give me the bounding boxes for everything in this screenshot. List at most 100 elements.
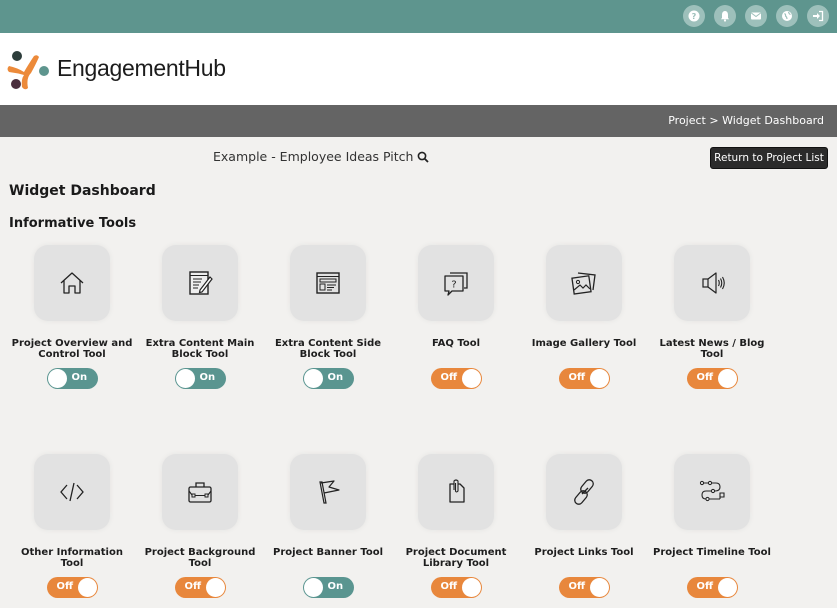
faq-chat-icon: ?: [444, 272, 468, 296]
code-icon: [60, 482, 84, 502]
tool-toggle[interactable]: Off: [558, 368, 610, 389]
toggle-knob[interactable]: [77, 578, 97, 597]
toggle-knob[interactable]: [175, 369, 195, 388]
tool-tile[interactable]: [546, 245, 622, 321]
home-icon: [60, 272, 84, 294]
toggle-state: Off: [440, 372, 458, 383]
tool-label: Project Overview and Control Tool: [11, 338, 133, 360]
top-bar-icons: ?: [683, 5, 829, 27]
tool-label: Extra Content Side Block Tool: [274, 338, 382, 360]
toggle-state: On: [71, 372, 88, 383]
toggle-state: On: [199, 372, 216, 383]
bell-icon: [720, 11, 730, 22]
tool-card-latest-news-blog-tool: Latest News / Blog Tool Off: [648, 245, 776, 389]
document-clip-icon: [449, 479, 465, 503]
tool-card-project-overview-and-control-tool: Project Overview and Control Tool On: [8, 245, 136, 389]
tool-tile[interactable]: [546, 454, 622, 530]
tool-card-extra-content-main-block-tool: Extra Content Main Block Tool On: [136, 245, 264, 389]
toggle-state: Off: [568, 372, 586, 383]
help-icon: ?: [688, 10, 700, 22]
toggle-state: Off: [696, 372, 714, 383]
globe-icon: [782, 11, 792, 21]
tool-toggle[interactable]: On: [302, 577, 354, 598]
image-gallery-icon: [571, 272, 596, 295]
tool-label: Project Document Library Tool: [405, 547, 507, 569]
svg-text:?: ?: [451, 280, 456, 291]
toggle-knob[interactable]: [461, 578, 481, 597]
return-to-project-list-button[interactable]: Return to Project List: [710, 147, 828, 169]
toggle-knob[interactable]: [303, 578, 323, 597]
speaker-icon: [702, 272, 725, 294]
toggle-state: Off: [440, 581, 458, 592]
tool-toggle[interactable]: On: [302, 368, 354, 389]
tool-card-other-information-tool: Other Information Tool Off: [8, 454, 136, 598]
svg-text:?: ?: [692, 12, 697, 21]
tool-tile[interactable]: [674, 454, 750, 530]
tool-card-project-timeline-tool: Project Timeline Tool Off: [648, 454, 776, 598]
toggle-state: On: [327, 581, 344, 592]
tool-label: Project Banner Tool: [273, 547, 383, 558]
tool-card-image-gallery-tool: Image Gallery Tool Off: [520, 245, 648, 389]
tool-toggle[interactable]: Off: [686, 368, 738, 389]
edit-document-icon: [189, 271, 213, 295]
search-icon[interactable]: [417, 151, 430, 163]
toggle-knob[interactable]: [717, 369, 737, 388]
tool-tile[interactable]: [418, 454, 494, 530]
tool-toggle[interactable]: Off: [558, 577, 610, 598]
tool-label: Project Links Tool: [534, 547, 634, 558]
toggle-state: On: [327, 372, 344, 383]
tool-toggle[interactable]: Off: [174, 577, 226, 598]
project-title[interactable]: Example - Employee Ideas Pitch: [213, 149, 430, 164]
tool-toggle[interactable]: Off: [46, 577, 98, 598]
tool-tile[interactable]: [34, 245, 110, 321]
tool-tile[interactable]: [674, 245, 750, 321]
brand-header: EngagementHub: [0, 33, 837, 105]
section-title: Informative Tools: [9, 216, 137, 231]
tool-label: Project Timeline Tool: [653, 547, 771, 558]
messages-button[interactable]: [745, 5, 767, 27]
engagementhub-logo-icon[interactable]: [4, 46, 52, 94]
notifications-button[interactable]: [714, 5, 736, 27]
tool-label: Project Background Tool: [144, 547, 256, 569]
toggle-knob[interactable]: [589, 578, 609, 597]
language-button[interactable]: [776, 5, 798, 27]
toggle-state: Off: [696, 581, 714, 592]
toggle-knob[interactable]: [589, 369, 609, 388]
tool-toggle[interactable]: Off: [430, 368, 482, 389]
flag-icon: [319, 480, 340, 504]
tool-toggle[interactable]: Off: [686, 577, 738, 598]
tool-label: FAQ Tool: [431, 338, 481, 349]
link-icon: [574, 479, 594, 505]
toggle-knob[interactable]: [47, 369, 67, 388]
tool-card-faq-tool: ? FAQ Tool Off: [392, 245, 520, 389]
toggle-knob[interactable]: [205, 578, 225, 597]
mail-icon: [751, 12, 761, 20]
toggle-knob[interactable]: [461, 369, 481, 388]
sign-out-icon: [813, 10, 824, 22]
tool-tile[interactable]: [34, 454, 110, 530]
timeline-icon: [699, 480, 725, 502]
tool-tile[interactable]: [162, 454, 238, 530]
sign-out-button[interactable]: [807, 5, 829, 27]
tool-card-project-document-library-tool: Project Document Library Tool Off: [392, 454, 520, 598]
tool-card-project-banner-tool: Project Banner Tool On: [264, 454, 392, 598]
tool-toggle[interactable]: Off: [430, 577, 482, 598]
tool-tile[interactable]: [290, 245, 366, 321]
tool-toggle[interactable]: On: [174, 368, 226, 389]
tool-tile[interactable]: [290, 454, 366, 530]
toggle-knob[interactable]: [717, 578, 737, 597]
tool-tile[interactable]: ?: [418, 245, 494, 321]
tool-tile[interactable]: [162, 245, 238, 321]
tool-card-project-links-tool: Project Links Tool Off: [520, 454, 648, 598]
page-title: Widget Dashboard: [9, 183, 156, 199]
tool-card-project-background-tool: Project Background Tool Off: [136, 454, 264, 598]
toggle-state: Off: [56, 581, 74, 592]
help-button[interactable]: ?: [683, 5, 705, 27]
tool-label: Latest News / Blog Tool: [659, 338, 765, 360]
tool-card-extra-content-side-block-tool: Extra Content Side Block Tool On: [264, 245, 392, 389]
breadcrumb[interactable]: Project > Widget Dashboard: [668, 114, 824, 127]
breadcrumb-bar: Project > Widget Dashboard: [0, 105, 837, 137]
toggle-state: Off: [184, 581, 202, 592]
toggle-knob[interactable]: [303, 369, 323, 388]
tool-toggle[interactable]: On: [46, 368, 98, 389]
